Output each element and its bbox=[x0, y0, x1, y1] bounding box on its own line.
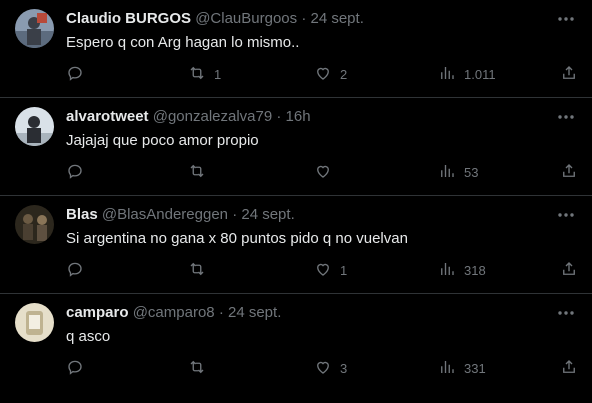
views-count: 53 bbox=[464, 164, 479, 180]
retweet-icon bbox=[188, 162, 206, 183]
tweet-time[interactable]: 24 sept. bbox=[310, 10, 363, 27]
tweet-feed: Claudio BURGOS @ClauBurgoos · 24 sept. E… bbox=[0, 0, 592, 401]
tweet-header: alvarotweet @gonzalezalva79 · 16h bbox=[66, 108, 542, 126]
retweet-icon bbox=[188, 358, 206, 379]
views-count: 1.011 bbox=[464, 66, 496, 82]
tweet-header: camparo @camparo8 · 24 sept. bbox=[66, 304, 542, 322]
views-count: 331 bbox=[464, 360, 486, 376]
share-button[interactable] bbox=[560, 259, 578, 281]
retweet-button[interactable]: 1 bbox=[188, 63, 221, 85]
views-icon bbox=[438, 260, 456, 281]
views-icon bbox=[438, 358, 456, 379]
separator-dot: · bbox=[232, 206, 238, 223]
reply-icon bbox=[66, 358, 84, 379]
author-handle[interactable]: @ClauBurgoos bbox=[195, 10, 297, 27]
author-name[interactable]: camparo bbox=[66, 304, 129, 321]
more-icon[interactable] bbox=[556, 205, 576, 225]
avatar[interactable] bbox=[15, 9, 54, 48]
more-icon[interactable] bbox=[556, 9, 576, 29]
views-button[interactable]: 318 bbox=[438, 259, 486, 281]
like-button[interactable]: 1 bbox=[314, 259, 347, 281]
share-icon bbox=[560, 64, 578, 85]
tweet-actions: 3 331 bbox=[60, 357, 592, 379]
share-button[interactable] bbox=[560, 63, 578, 85]
views-count: 318 bbox=[464, 262, 486, 278]
like-count: 3 bbox=[340, 360, 348, 376]
views-button[interactable]: 1.011 bbox=[438, 63, 496, 85]
author-name[interactable]: alvarotweet bbox=[66, 108, 149, 125]
retweet-icon bbox=[188, 260, 206, 281]
reply-icon bbox=[66, 64, 84, 85]
tweet-time[interactable]: 16h bbox=[286, 108, 311, 125]
reply-icon bbox=[66, 162, 84, 183]
more-icon[interactable] bbox=[556, 303, 576, 323]
author-name[interactable]: Claudio BURGOS bbox=[66, 10, 191, 27]
like-count: 1 bbox=[340, 262, 348, 278]
separator-dot: · bbox=[276, 108, 282, 125]
reply-button[interactable] bbox=[66, 63, 92, 85]
separator-dot: · bbox=[301, 10, 307, 27]
like-icon bbox=[314, 358, 332, 379]
retweet-icon bbox=[188, 64, 206, 85]
reply-button[interactable] bbox=[66, 357, 92, 379]
tweet-actions: 1 318 bbox=[60, 259, 592, 281]
like-button[interactable] bbox=[314, 161, 340, 183]
share-icon bbox=[560, 358, 578, 379]
reply-button[interactable] bbox=[66, 259, 92, 281]
tweet-item[interactable]: Claudio BURGOS @ClauBurgoos · 24 sept. E… bbox=[0, 0, 592, 98]
tweet-time[interactable]: 24 sept. bbox=[241, 206, 294, 223]
retweet-button[interactable] bbox=[188, 357, 214, 379]
like-icon bbox=[314, 260, 332, 281]
author-handle[interactable]: @BlasAndereggen bbox=[102, 206, 228, 223]
tweet-time[interactable]: 24 sept. bbox=[228, 304, 281, 321]
tweet-text: q asco bbox=[66, 328, 111, 345]
share-button[interactable] bbox=[560, 161, 578, 183]
share-icon bbox=[560, 162, 578, 183]
reply-button[interactable] bbox=[66, 161, 92, 183]
tweet-text: Espero q con Arg hagan lo mismo.. bbox=[66, 34, 300, 51]
share-icon bbox=[560, 260, 578, 281]
author-name[interactable]: Blas bbox=[66, 206, 98, 223]
views-icon bbox=[438, 162, 456, 183]
tweet-item[interactable]: camparo @camparo8 · 24 sept. q asco 3 33… bbox=[0, 294, 592, 401]
more-icon[interactable] bbox=[556, 107, 576, 127]
retweet-button[interactable] bbox=[188, 259, 214, 281]
avatar[interactable] bbox=[15, 205, 54, 244]
views-icon bbox=[438, 64, 456, 85]
views-button[interactable]: 53 bbox=[438, 161, 478, 183]
views-button[interactable]: 331 bbox=[438, 357, 486, 379]
avatar[interactable] bbox=[15, 303, 54, 342]
avatar[interactable] bbox=[15, 107, 54, 146]
tweet-item[interactable]: Blas @BlasAndereggen · 24 sept. Si argen… bbox=[0, 196, 592, 294]
tweet-item[interactable]: alvarotweet @gonzalezalva79 · 16h Jajaja… bbox=[0, 98, 592, 196]
like-button[interactable]: 2 bbox=[314, 63, 347, 85]
like-button[interactable]: 3 bbox=[314, 357, 347, 379]
retweet-button[interactable] bbox=[188, 161, 214, 183]
tweet-actions: 1 2 1.011 bbox=[60, 63, 592, 85]
retweet-count: 1 bbox=[214, 66, 222, 82]
author-handle[interactable]: @camparo8 bbox=[133, 304, 215, 321]
share-button[interactable] bbox=[560, 357, 578, 379]
separator-dot: · bbox=[218, 304, 224, 321]
like-count: 2 bbox=[340, 66, 348, 82]
like-icon bbox=[314, 64, 332, 85]
tweet-text: Si argentina no gana x 80 puntos pido q … bbox=[66, 230, 408, 247]
tweet-header: Claudio BURGOS @ClauBurgoos · 24 sept. bbox=[66, 10, 542, 28]
tweet-actions: 53 bbox=[60, 161, 592, 183]
like-icon bbox=[314, 162, 332, 183]
author-handle[interactable]: @gonzalezalva79 bbox=[153, 108, 272, 125]
tweet-header: Blas @BlasAndereggen · 24 sept. bbox=[66, 206, 542, 224]
reply-icon bbox=[66, 260, 84, 281]
tweet-text: Jajajaj que poco amor propio bbox=[66, 132, 259, 149]
